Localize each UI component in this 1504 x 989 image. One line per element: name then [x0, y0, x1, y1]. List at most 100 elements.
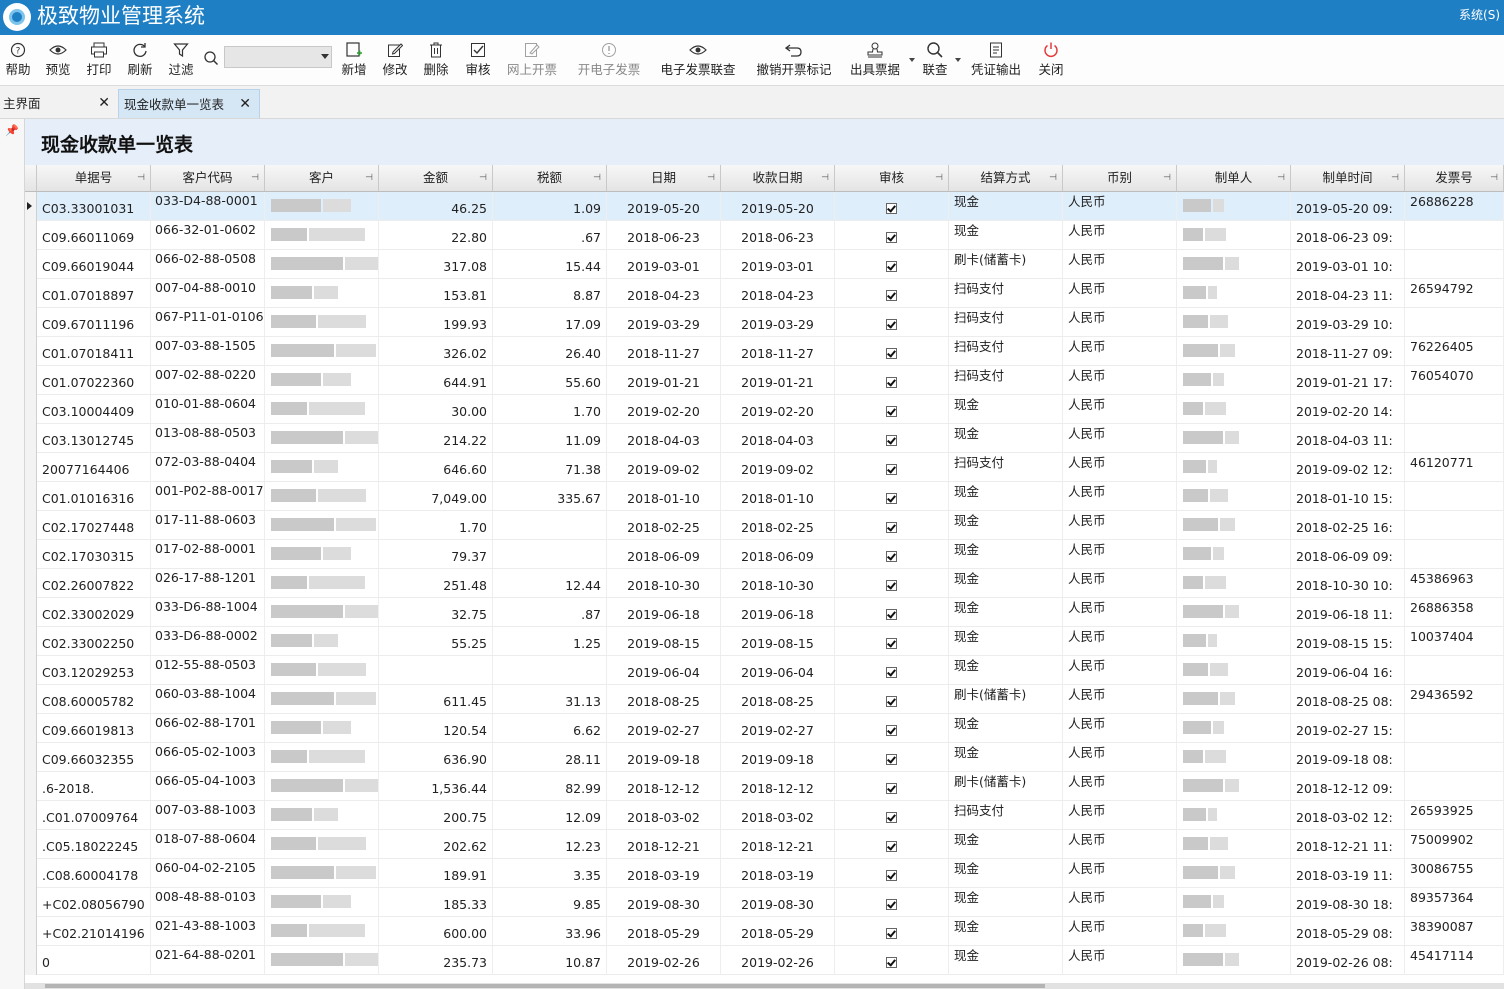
cell-currency[interactable]: 人民币: [1063, 830, 1177, 859]
cell-tax[interactable]: [493, 656, 607, 685]
cell-doc-no[interactable]: C03.12029253: [37, 656, 151, 685]
cell-settlement[interactable]: 扫码支付: [949, 337, 1063, 366]
cell-creator[interactable]: [1177, 946, 1291, 975]
audit-checkbox[interactable]: [886, 522, 897, 533]
cell-settlement[interactable]: 现金: [949, 743, 1063, 772]
cell-audit[interactable]: [835, 801, 949, 830]
cell-settlement[interactable]: 现金: [949, 917, 1063, 946]
cell-tax[interactable]: 28.11: [493, 743, 607, 772]
table-row[interactable]: 20077164406 072-03-88-0404 646.60 71.38 2019…: [25, 453, 1504, 482]
cell-creator[interactable]: [1177, 656, 1291, 685]
cell-amount[interactable]: 1,536.44: [379, 772, 493, 801]
e-invoice-link-button[interactable]: 电子发票联查: [658, 39, 738, 79]
cell-invoice-no[interactable]: [1405, 308, 1504, 337]
cell-receipt-date[interactable]: 2018-03-02: [721, 801, 835, 830]
cell-currency[interactable]: 人民币: [1063, 714, 1177, 743]
cell-customer-code[interactable]: 066-32-01-0602: [151, 221, 265, 250]
audit-checkbox[interactable]: [886, 609, 897, 620]
cell-doc-no[interactable]: +C02.08056790: [37, 888, 151, 917]
cell-creator[interactable]: [1177, 743, 1291, 772]
cell-create-time[interactable]: 2019-03-01 10:: [1291, 250, 1405, 279]
cell-receipt-date[interactable]: 2018-03-19: [721, 859, 835, 888]
cell-doc-no[interactable]: C09.66032355: [37, 743, 151, 772]
cell-create-time[interactable]: 2019-06-04 16:: [1291, 656, 1405, 685]
table-row[interactable]: C09.66032355 066-05-02-1003 636.90 28.11 201…: [25, 743, 1504, 772]
cell-settlement[interactable]: 现金: [949, 656, 1063, 685]
cell-currency[interactable]: 人民币: [1063, 685, 1177, 714]
cell-currency[interactable]: 人民币: [1063, 279, 1177, 308]
cell-doc-no[interactable]: C03.13012745: [37, 424, 151, 453]
cell-amount[interactable]: 22.80: [379, 221, 493, 250]
cell-date[interactable]: 2018-02-25: [607, 511, 721, 540]
row-indicator[interactable]: [25, 221, 37, 250]
cell-receipt-date[interactable]: 2018-01-10: [721, 482, 835, 511]
row-indicator[interactable]: [25, 946, 37, 975]
cell-customer[interactable]: [265, 279, 379, 308]
chevron-down-icon[interactable]: [321, 54, 329, 59]
column-header-receipt-date[interactable]: 收款日期 ⊣: [721, 165, 835, 191]
cell-receipt-date[interactable]: 2019-06-04: [721, 656, 835, 685]
cell-invoice-no[interactable]: [1405, 424, 1504, 453]
cell-tax[interactable]: 11.09: [493, 424, 607, 453]
cell-doc-no[interactable]: C01.07018897: [37, 279, 151, 308]
voucher-output-button[interactable]: 凭证输出: [969, 39, 1023, 79]
column-header-audit[interactable]: 审核 ⊣: [835, 165, 949, 191]
pin-icon[interactable]: ⊣: [479, 165, 487, 191]
cell-customer[interactable]: [265, 192, 379, 221]
table-row[interactable]: C02.26007822 026-17-88-1201 251.48 12.44 201…: [25, 569, 1504, 598]
cell-date[interactable]: 2019-09-18: [607, 743, 721, 772]
cell-amount[interactable]: 199.93: [379, 308, 493, 337]
row-indicator[interactable]: [25, 714, 37, 743]
row-indicator[interactable]: [25, 540, 37, 569]
cell-receipt-date[interactable]: 2019-03-29: [721, 308, 835, 337]
cell-tax[interactable]: 1.70: [493, 395, 607, 424]
cell-date[interactable]: 2018-12-12: [607, 772, 721, 801]
cell-customer-code[interactable]: 033-D4-88-0001: [151, 192, 265, 221]
audit-checkbox[interactable]: [886, 232, 897, 243]
row-indicator[interactable]: [25, 366, 37, 395]
cell-create-time[interactable]: 2018-11-27 09:: [1291, 337, 1405, 366]
row-indicator[interactable]: [25, 917, 37, 946]
cell-amount[interactable]: 189.91: [379, 859, 493, 888]
column-header-creator[interactable]: 制单人 ⊣: [1177, 165, 1291, 191]
cell-amount[interactable]: 326.02: [379, 337, 493, 366]
cell-date[interactable]: 2019-06-04: [607, 656, 721, 685]
column-header-customer-code[interactable]: 客户代码 ⊣: [151, 165, 265, 191]
cell-receipt-date[interactable]: 2018-08-25: [721, 685, 835, 714]
cell-settlement[interactable]: 现金: [949, 482, 1063, 511]
cell-creator[interactable]: [1177, 830, 1291, 859]
cell-amount[interactable]: 636.90: [379, 743, 493, 772]
cell-date[interactable]: 2018-10-30: [607, 569, 721, 598]
cell-tax[interactable]: 8.87: [493, 279, 607, 308]
cell-currency[interactable]: 人民币: [1063, 859, 1177, 888]
cell-tax[interactable]: 1.25: [493, 627, 607, 656]
cell-receipt-date[interactable]: 2019-02-26: [721, 946, 835, 975]
cell-customer-code[interactable]: 017-02-88-0001: [151, 540, 265, 569]
cell-customer[interactable]: [265, 395, 379, 424]
cell-audit[interactable]: [835, 511, 949, 540]
cell-creator[interactable]: [1177, 772, 1291, 801]
pin-icon[interactable]: ⊣: [1163, 165, 1171, 191]
cell-creator[interactable]: [1177, 250, 1291, 279]
cell-receipt-date[interactable]: 2019-08-30: [721, 888, 835, 917]
cell-creator[interactable]: [1177, 598, 1291, 627]
audit-checkbox[interactable]: [886, 870, 897, 881]
cell-audit[interactable]: [835, 540, 949, 569]
close-icon[interactable]: ✕: [239, 90, 251, 119]
audit-checkbox[interactable]: [886, 551, 897, 562]
row-indicator[interactable]: [25, 250, 37, 279]
cell-doc-no[interactable]: C02.17027448: [37, 511, 151, 540]
cell-amount[interactable]: 55.25: [379, 627, 493, 656]
table-row[interactable]: .C08.60004178 060-04-02-2105 189.91 3.35 201…: [25, 859, 1504, 888]
row-indicator[interactable]: [25, 656, 37, 685]
cell-invoice-no[interactable]: 76226405: [1405, 337, 1504, 366]
table-row[interactable]: .C05.18022245 018-07-88-0604 202.62 12.23 20…: [25, 830, 1504, 859]
cell-create-time[interactable]: 2018-01-10 15:: [1291, 482, 1405, 511]
column-header-date[interactable]: 日期 ⊣: [607, 165, 721, 191]
cell-tax[interactable]: 3.35: [493, 859, 607, 888]
cell-doc-no[interactable]: +C02.21014196: [37, 917, 151, 946]
cell-currency[interactable]: 人民币: [1063, 395, 1177, 424]
row-indicator[interactable]: [25, 308, 37, 337]
cell-receipt-date[interactable]: 2018-05-29: [721, 917, 835, 946]
cell-audit[interactable]: [835, 250, 949, 279]
